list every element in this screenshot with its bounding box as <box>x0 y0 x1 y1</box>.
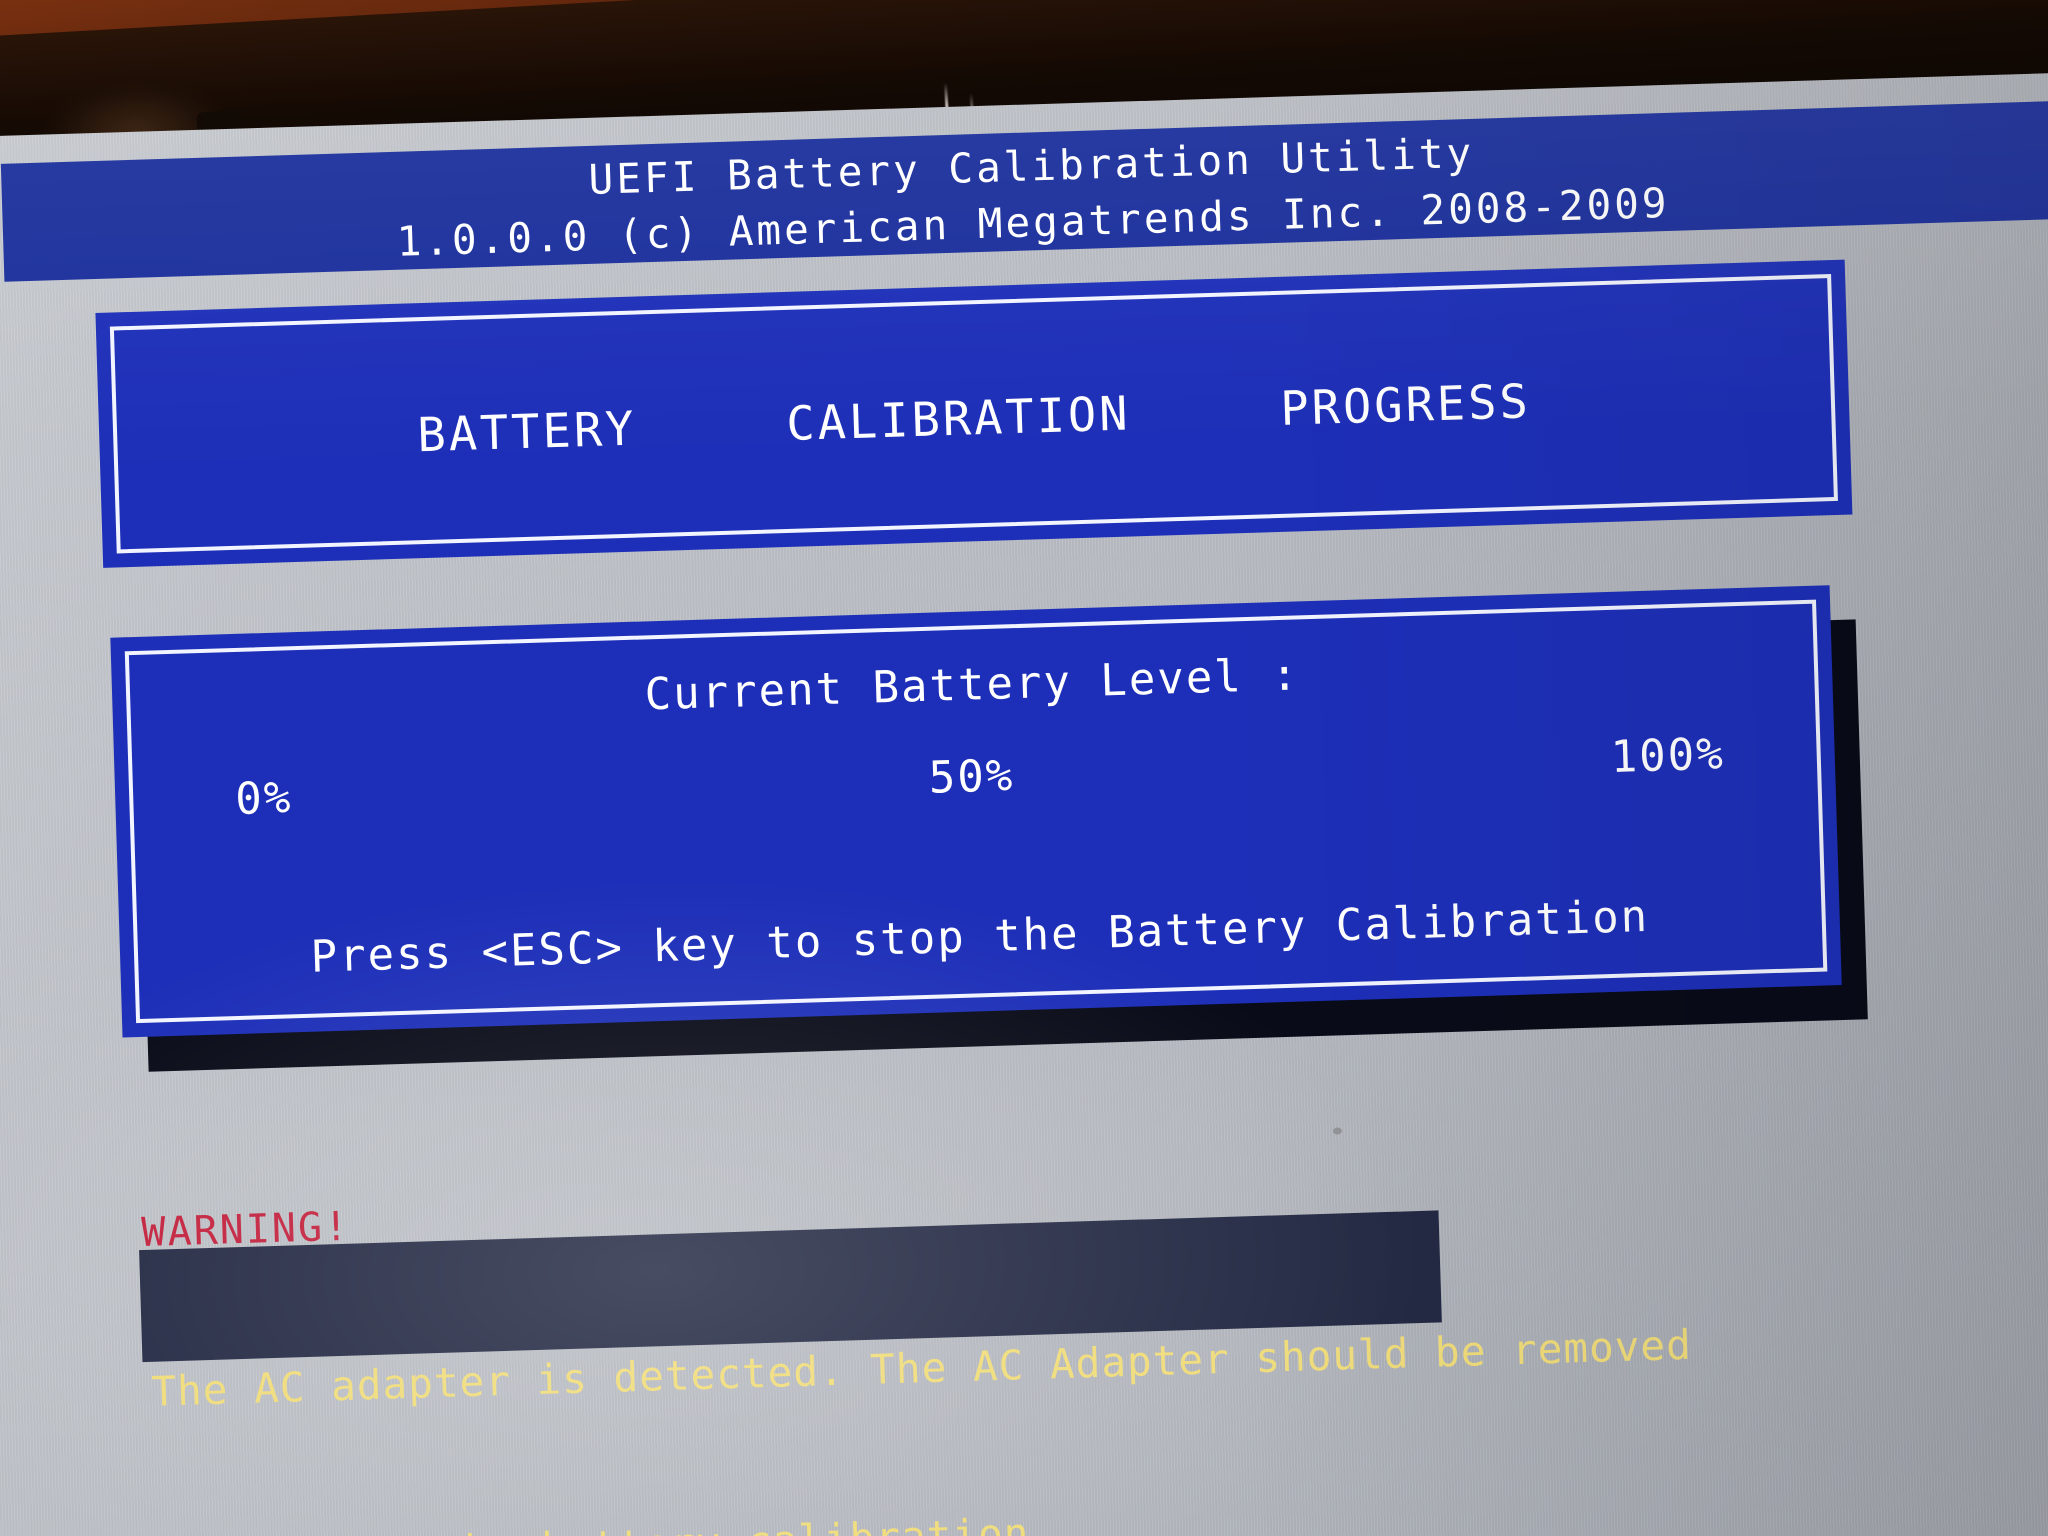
warning-line-2: to perform the battery calibration. <box>156 1492 1449 1536</box>
bios-utility-screen: UEFI Battery Calibration Utility 1.0.0.0… <box>0 73 2048 1536</box>
scale-tick-min: 0% <box>234 772 294 825</box>
header-word-progress: PROGRESS <box>1279 374 1532 437</box>
progress-header-panel: BATTERY CALIBRATION PROGRESS <box>95 259 1853 568</box>
lcd-screen: UEFI Battery Calibration Utility 1.0.0.0… <box>0 67 2048 1536</box>
scale-tick-max: 100% <box>1609 728 1726 783</box>
scale-tick-mid: 50% <box>928 750 1016 804</box>
header-word-battery: BATTERY <box>416 401 638 464</box>
battery-status-panel: Current Battery Level : 0% 50% 100% Pres… <box>110 585 1842 1038</box>
title-bar: UEFI Battery Calibration Utility 1.0.0.0… <box>0 100 2048 282</box>
warning-line-1: The AC adapter is detected. The AC Adapt… <box>150 1320 1693 1416</box>
photographed-laptop-screen: UEFI Battery Calibration Utility 1.0.0.0… <box>0 0 2048 1536</box>
header-word-calibration: CALIBRATION <box>785 386 1132 452</box>
screen-dust-speck <box>1332 1127 1343 1135</box>
